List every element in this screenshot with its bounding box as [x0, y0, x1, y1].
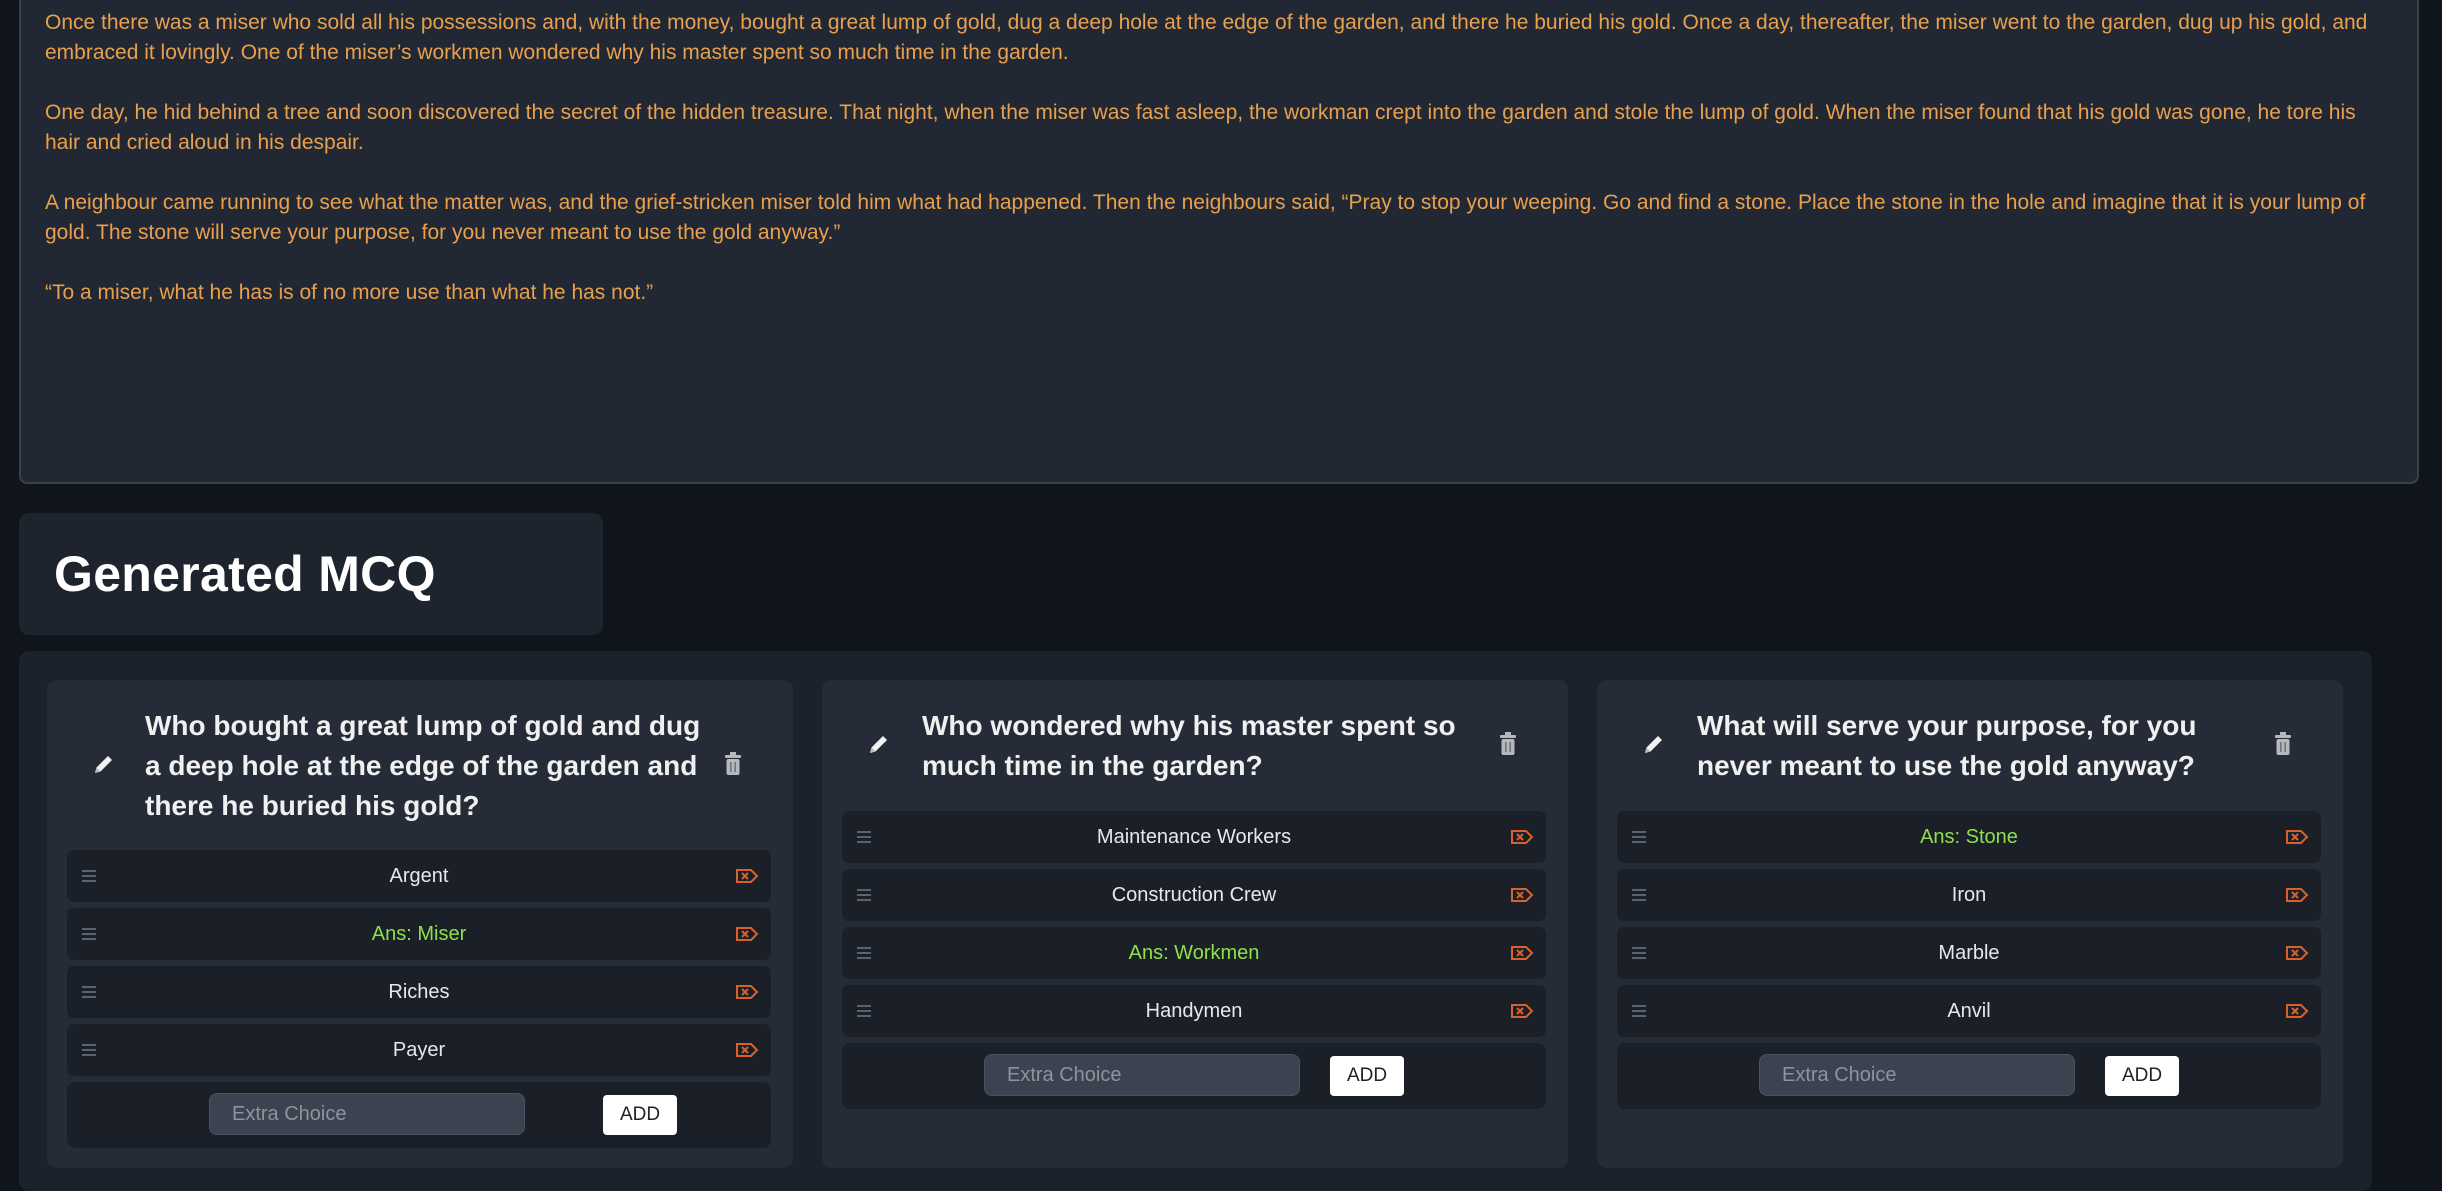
mcq-card: Who bought a great lump of gold and dug …: [47, 680, 793, 1168]
choice-item[interactable]: Ans: Workmen: [842, 927, 1546, 979]
add-choice-row: ADD: [842, 1043, 1546, 1109]
drag-handle-icon[interactable]: [81, 866, 97, 886]
mcq-card: Who wondered why his master spent so muc…: [822, 680, 1568, 1168]
add-choice-row: ADD: [1617, 1043, 2321, 1109]
tag-remove-icon[interactable]: [735, 867, 759, 885]
extra-choice-input[interactable]: [984, 1054, 1300, 1096]
question-text: Who wondered why his master spent so muc…: [922, 710, 1456, 781]
drag-handle-icon[interactable]: [856, 827, 872, 847]
add-choice-row: ADD: [67, 1082, 771, 1148]
choice-item[interactable]: Anvil: [1617, 985, 2321, 1037]
trash-icon[interactable]: [1498, 732, 1518, 756]
choice-list: Argent Ans: Miser Riches Payer ADD: [67, 850, 771, 1148]
story-paragraph: A neighbour came running to see what the…: [45, 191, 2366, 244]
tag-remove-icon[interactable]: [1510, 1002, 1534, 1020]
choice-item[interactable]: Maintenance Workers: [842, 811, 1546, 863]
choice-label: Construction Crew: [1111, 883, 1277, 906]
tag-remove-icon[interactable]: [1510, 828, 1534, 846]
story-text-area[interactable]: Once there was a miser who sold all his …: [19, 0, 2419, 484]
choice-label: Handymen: [1145, 999, 1243, 1022]
choice-label: Anvil: [1947, 999, 1991, 1022]
drag-handle-icon[interactable]: [1631, 943, 1647, 963]
drag-handle-icon[interactable]: [81, 924, 97, 944]
choice-list: Ans: Stone Iron Marble Anvil ADD: [1617, 811, 2321, 1109]
tag-remove-icon[interactable]: [735, 925, 759, 943]
drag-handle-icon[interactable]: [1631, 885, 1647, 905]
extra-choice-input[interactable]: [209, 1093, 525, 1135]
choice-item[interactable]: Ans: Stone: [1617, 811, 2321, 863]
tag-remove-icon[interactable]: [2285, 886, 2309, 904]
story-paragraph: “To a miser, what he has is of no more u…: [45, 281, 654, 304]
choice-item[interactable]: Riches: [67, 966, 771, 1018]
drag-handle-icon[interactable]: [81, 1040, 97, 1060]
choice-item[interactable]: Ans: Miser: [67, 908, 771, 960]
choice-label: Maintenance Workers: [1096, 825, 1292, 848]
choice-label: Iron: [1951, 883, 1987, 906]
choice-item[interactable]: Iron: [1617, 869, 2321, 921]
choice-list: Maintenance Workers Construction Crew An…: [842, 811, 1546, 1109]
choice-item[interactable]: Argent: [67, 850, 771, 902]
choice-label: Argent: [389, 864, 449, 887]
drag-handle-icon[interactable]: [856, 943, 872, 963]
story-paragraph: One day, he hid behind a tree and soon d…: [45, 101, 2356, 154]
tag-remove-icon[interactable]: [735, 1041, 759, 1059]
answer-choice-label: Ans: Stone: [1920, 825, 2018, 848]
mcq-card: What will serve your purpose, for you ne…: [1597, 680, 2343, 1168]
trash-icon[interactable]: [723, 752, 743, 776]
answer-choice-label: Ans: Miser: [371, 922, 467, 945]
choice-item[interactable]: Payer: [67, 1024, 771, 1076]
story-paragraph: Once there was a miser who sold all his …: [45, 11, 2368, 64]
pencil-icon[interactable]: [1642, 732, 1666, 756]
drag-handle-icon[interactable]: [856, 885, 872, 905]
choice-item[interactable]: Handymen: [842, 985, 1546, 1037]
section-header: Generated MCQ: [19, 513, 603, 635]
tag-remove-icon[interactable]: [2285, 828, 2309, 846]
question-text: What will serve your purpose, for you ne…: [1697, 710, 2197, 781]
extra-choice-input[interactable]: [1759, 1054, 2075, 1096]
add-choice-button[interactable]: ADD: [603, 1095, 677, 1135]
drag-handle-icon[interactable]: [81, 982, 97, 1002]
choice-item[interactable]: Construction Crew: [842, 869, 1546, 921]
add-choice-button[interactable]: ADD: [1330, 1056, 1404, 1096]
pencil-icon[interactable]: [867, 732, 891, 756]
add-choice-button[interactable]: ADD: [2105, 1056, 2179, 1096]
answer-choice-label: Ans: Workmen: [1128, 941, 1260, 964]
drag-handle-icon[interactable]: [1631, 827, 1647, 847]
tag-remove-icon[interactable]: [1510, 944, 1534, 962]
drag-handle-icon[interactable]: [1631, 1001, 1647, 1021]
drag-handle-icon[interactable]: [856, 1001, 872, 1021]
trash-icon[interactable]: [2273, 732, 2293, 756]
choice-item[interactable]: Marble: [1617, 927, 2321, 979]
tag-remove-icon[interactable]: [2285, 944, 2309, 962]
section-title: Generated MCQ: [54, 546, 436, 602]
pencil-icon[interactable]: [92, 752, 116, 776]
choice-label: Payer: [392, 1038, 446, 1061]
tag-remove-icon[interactable]: [735, 983, 759, 1001]
choice-label: Riches: [388, 980, 450, 1003]
question-text: Who bought a great lump of gold and dug …: [145, 710, 701, 821]
choice-label: Marble: [1938, 941, 2000, 964]
tag-remove-icon[interactable]: [2285, 1002, 2309, 1020]
tag-remove-icon[interactable]: [1510, 886, 1534, 904]
